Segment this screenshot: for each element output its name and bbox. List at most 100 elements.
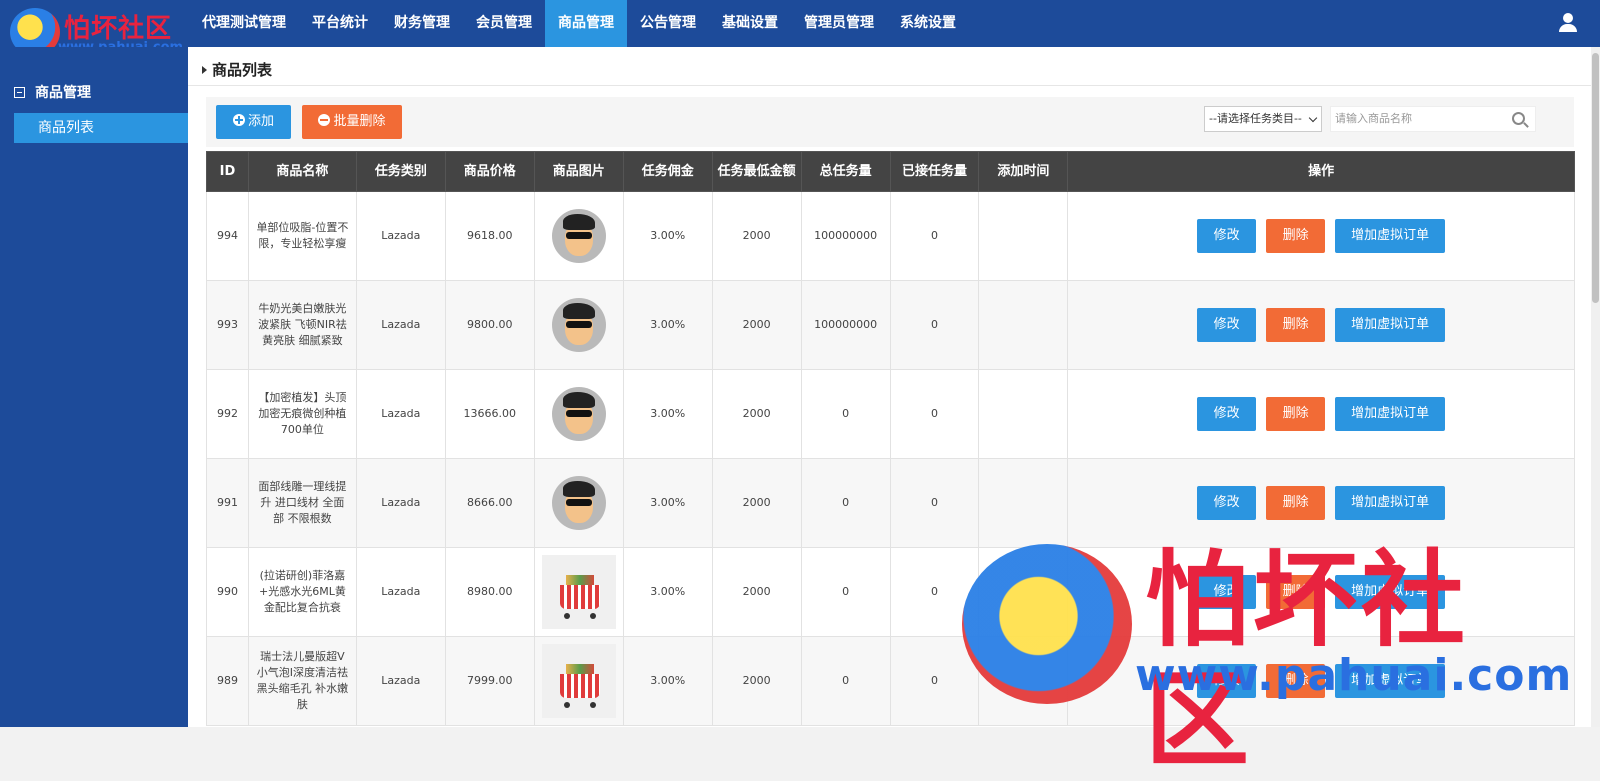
product-image-cell <box>533 369 624 459</box>
cell-commission: 3.00% <box>622 547 713 637</box>
add-virtual-order-button[interactable]: 增加虚拟订单 <box>1335 575 1446 609</box>
table-header-row: ID 商品名称 任务类别 商品价格 商品图片 任务佣金 任务最低金额 总任务量 已接任务量 添加时… <box>206 151 1575 192</box>
cell-commission: 3.00% <box>622 280 713 370</box>
add-virtual-order-button[interactable]: 增加虚拟订单 <box>1335 397 1446 431</box>
column-header: 已接任务量 <box>889 151 980 192</box>
column-header: 商品价格 <box>444 151 535 192</box>
cell-added <box>978 458 1069 548</box>
delete-button[interactable]: 删除 <box>1266 397 1326 431</box>
column-header: 任务类别 <box>355 151 446 192</box>
actions-cell: 修改 删除 增加虚拟订单 <box>1067 191 1575 281</box>
edit-button[interactable]: 修改 <box>1197 397 1257 431</box>
search-input[interactable]: 请输入商品名称 <box>1330 106 1536 132</box>
add-virtual-order-button[interactable]: 增加虚拟订单 <box>1335 664 1446 698</box>
cell-category: Lazada <box>355 458 446 548</box>
column-header: 任务佣金 <box>622 151 713 192</box>
cell-total: 0 <box>800 369 891 459</box>
product-image-cell <box>533 458 624 548</box>
nav-item-2[interactable]: 财务管理 <box>381 0 463 47</box>
column-header: 商品图片 <box>533 151 624 192</box>
column-header: 操作 <box>1067 151 1575 192</box>
add-virtual-order-button[interactable]: 增加虚拟订单 <box>1335 219 1446 253</box>
cell-total: 100000000 <box>800 191 891 281</box>
cell-name: 瑞士法儿曼版超V小气泡I深度清洁祛黑头缩毛孔 补水嫩肤 <box>247 636 357 726</box>
cell-name: 牛奶光美白嫩肤光波紧肤 飞顿NIR祛黄亮肤 细腻紧致 <box>247 280 357 370</box>
table-row: 993 牛奶光美白嫩肤光波紧肤 飞顿NIR祛黄亮肤 细腻紧致 Lazada 9800.… <box>206 280 1575 370</box>
shopping-cart-image <box>541 555 616 629</box>
edit-button[interactable]: 修改 <box>1197 486 1257 520</box>
cell-price: 8980.00 <box>444 547 535 637</box>
delete-button[interactable]: 删除 <box>1266 664 1326 698</box>
edit-button[interactable]: 修改 <box>1197 664 1257 698</box>
cell-price: 9800.00 <box>444 280 535 370</box>
add-virtual-order-button[interactable]: 增加虚拟订单 <box>1335 308 1446 342</box>
vertical-scrollbar[interactable] <box>1591 47 1600 727</box>
main-content: 商品列表 添加 批量删除 --请选择任务类目-- 请输入商品名称 ID 商品名称任… <box>188 47 1600 727</box>
column-header: 商品名称 <box>247 151 357 192</box>
nav-item-7[interactable]: 管理员管理 <box>791 0 887 47</box>
cell-min_amount: 2000 <box>711 280 802 370</box>
divider <box>188 85 1600 86</box>
scrollbar-thumb[interactable] <box>1592 53 1599 303</box>
search-icon[interactable] <box>1512 112 1525 125</box>
edit-button[interactable]: 修改 <box>1197 219 1257 253</box>
category-select-value: --请选择任务类目-- <box>1209 112 1302 125</box>
table-row: 991 面部线雕一理线提升 进口线材 全面部 不限根数 Lazada 8666.00 3… <box>206 458 1575 548</box>
cell-accepted: 0 <box>889 547 980 637</box>
actions-cell: 修改 删除 增加虚拟订单 <box>1067 636 1575 726</box>
cell-added <box>978 369 1069 459</box>
collapse-icon[interactable] <box>14 86 25 98</box>
nav-item-1[interactable]: 平台统计 <box>299 0 381 47</box>
table-row: 989 瑞士法儿曼版超V小气泡I深度清洁祛黑头缩毛孔 补水嫩肤 Lazada 7999… <box>206 636 1575 726</box>
edit-button[interactable]: 修改 <box>1197 308 1257 342</box>
avatar-image <box>551 476 606 530</box>
add-virtual-order-button[interactable]: 增加虚拟订单 <box>1335 486 1446 520</box>
sidebar-group-goods[interactable]: 商品管理 <box>14 82 91 102</box>
column-header: ID <box>206 151 249 192</box>
category-select[interactable]: --请选择任务类目-- <box>1204 106 1322 132</box>
cell-category: Lazada <box>355 280 446 370</box>
cell-accepted: 0 <box>889 191 980 281</box>
product-image-cell <box>533 547 624 637</box>
cell-total: 100000000 <box>800 280 891 370</box>
cell-name: 面部线雕一理线提升 进口线材 全面部 不限根数 <box>247 458 357 548</box>
cell-id: 989 <box>206 636 249 726</box>
nav-item-8[interactable]: 系统设置 <box>887 0 969 47</box>
cell-id: 990 <box>206 547 249 637</box>
cell-id: 993 <box>206 280 249 370</box>
toolbar: 添加 批量删除 --请选择任务类目-- 请输入商品名称 <box>206 97 1574 147</box>
plus-circle-icon <box>232 114 245 126</box>
minus-circle-icon <box>318 114 331 126</box>
sidebar-item-goods-list[interactable]: 商品列表 <box>14 113 188 143</box>
delete-button[interactable]: 删除 <box>1266 486 1326 520</box>
sidebar-group-label: 商品管理 <box>35 85 91 101</box>
cell-total: 0 <box>800 547 891 637</box>
cell-category: Lazada <box>355 191 446 281</box>
cell-min_amount: 2000 <box>711 547 802 637</box>
cell-added <box>978 280 1069 370</box>
nav-item-0[interactable]: 代理测试管理 <box>189 0 299 47</box>
cell-name: (拉诺研创)菲洛嘉+光感水光6ML黄金配比复合抗衰 <box>247 547 357 637</box>
delete-button[interactable]: 删除 <box>1266 219 1326 253</box>
cell-category: Lazada <box>355 636 446 726</box>
actions-cell: 修改 删除 增加虚拟订单 <box>1067 547 1575 637</box>
nav-item-4[interactable]: 商品管理 <box>545 0 627 47</box>
table-row: 994 单部位吸脂-位置不限，专业轻松享瘦 Lazada 9618.00 3.00% 20… <box>206 191 1575 281</box>
cell-added <box>978 191 1069 281</box>
nav-item-5[interactable]: 公告管理 <box>627 0 709 47</box>
product-image-cell <box>533 280 624 370</box>
nav-item-3[interactable]: 会员管理 <box>463 0 545 47</box>
cell-price: 13666.00 <box>444 369 535 459</box>
cell-min_amount: 2000 <box>711 369 802 459</box>
batch-delete-button[interactable]: 批量删除 <box>302 105 402 139</box>
delete-button[interactable]: 删除 <box>1266 308 1326 342</box>
table-row: 992 【加密植发】头顶加密无痕微创种植700单位 Lazada 13666.00 3.… <box>206 369 1575 459</box>
product-image-cell <box>533 191 624 281</box>
add-button[interactable]: 添加 <box>216 105 291 139</box>
user-icon[interactable] <box>1558 13 1578 33</box>
cell-id: 991 <box>206 458 249 548</box>
avatar-image <box>551 298 606 352</box>
edit-button[interactable]: 修改 <box>1197 575 1257 609</box>
delete-button[interactable]: 删除 <box>1266 575 1326 609</box>
nav-item-6[interactable]: 基础设置 <box>709 0 791 47</box>
